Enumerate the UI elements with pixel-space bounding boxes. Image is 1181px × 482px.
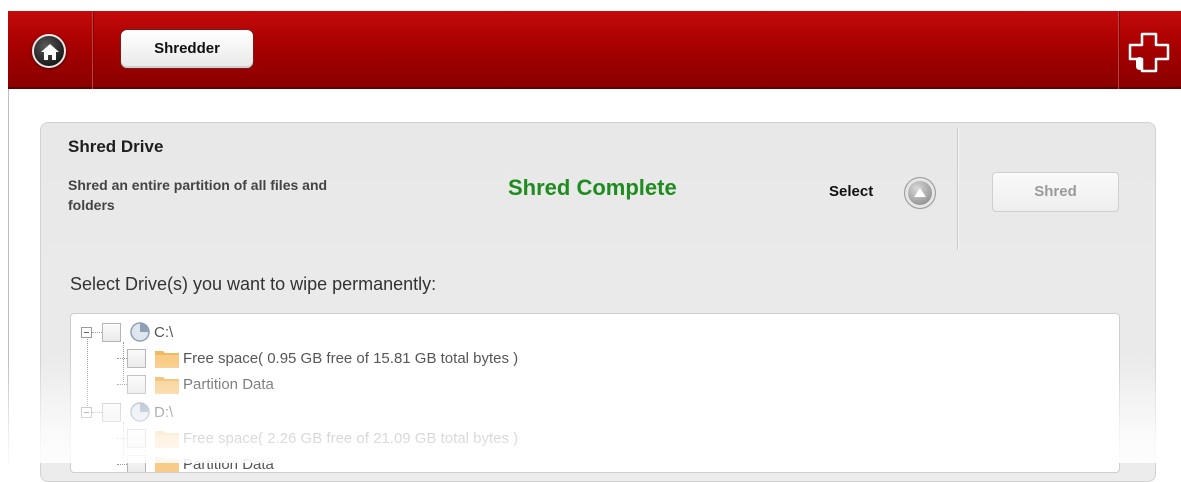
partition-data-checkbox[interactable] <box>127 454 146 472</box>
panel-description: Shred an entire partition of all files a… <box>68 177 328 213</box>
tree-item-partition-data[interactable]: Partition Data <box>117 371 274 397</box>
tree-connector <box>117 463 127 465</box>
folder-icon <box>155 431 179 448</box>
tree-connector <box>117 357 127 359</box>
page-border <box>8 89 9 463</box>
toolbar-divider-right <box>1118 11 1119 89</box>
folder-icon <box>155 377 179 394</box>
chevron-up-icon <box>914 188 926 197</box>
tree-connector <box>117 383 127 385</box>
tree-item-partition-data[interactable]: Partition Data <box>117 451 274 473</box>
toolbar-divider <box>92 11 93 89</box>
drive-c-checkbox[interactable] <box>102 322 121 342</box>
collapse-icon[interactable] <box>81 406 92 418</box>
shred-button[interactable]: Shred <box>992 172 1119 212</box>
collapse-icon[interactable] <box>81 326 92 338</box>
select-label: Select <box>829 183 874 200</box>
tree-item-free-space[interactable]: Free space( 2.26 GB free of 21.09 GB tot… <box>117 425 518 451</box>
panel-title: Shred Drive <box>68 137 164 156</box>
drive-icon <box>130 402 150 422</box>
drive-icon <box>130 322 150 342</box>
folder-icon <box>155 351 179 368</box>
partition-data-checkbox[interactable] <box>127 374 146 394</box>
drive-select-prompt: Select Drive(s) you want to wipe permane… <box>70 274 437 294</box>
tree-item-drive-c[interactable]: C:\ <box>81 319 173 345</box>
free-space-checkbox[interactable] <box>127 348 146 368</box>
home-icon <box>41 44 59 60</box>
panel-divider <box>957 128 958 250</box>
tree-connector <box>92 331 102 333</box>
tree-connector <box>92 411 102 413</box>
free-space-label: Free space( 2.26 GB free of 21.09 GB tot… <box>183 429 519 447</box>
puzzle-plus-icon[interactable] <box>1126 31 1172 75</box>
partition-data-label: Partition Data <box>183 375 274 393</box>
top-toolbar: Shredder <box>8 11 1181 89</box>
tab-shredder[interactable]: Shredder <box>120 29 254 69</box>
drive-d-checkbox[interactable] <box>102 402 121 422</box>
tree-connector <box>117 437 127 439</box>
tree-item-drive-d[interactable]: D:\ <box>81 399 173 425</box>
free-space-label: Free space( 0.95 GB free of 15.81 GB tot… <box>183 349 519 367</box>
select-toggle-button[interactable] <box>904 177 936 209</box>
drive-tree[interactable]: C:\ Free space( 0.95 GB free of 15.81 GB… <box>70 313 1120 473</box>
drive-label: C:\ <box>154 323 174 341</box>
tree-item-free-space[interactable]: Free space( 0.95 GB free of 15.81 GB tot… <box>117 345 518 371</box>
free-space-checkbox[interactable] <box>127 428 146 448</box>
folder-icon <box>155 457 179 472</box>
status-text: Shred Complete <box>508 175 677 200</box>
drive-label: D:\ <box>154 403 174 421</box>
home-button[interactable] <box>32 34 66 68</box>
partition-data-label: Partition Data <box>183 455 274 473</box>
